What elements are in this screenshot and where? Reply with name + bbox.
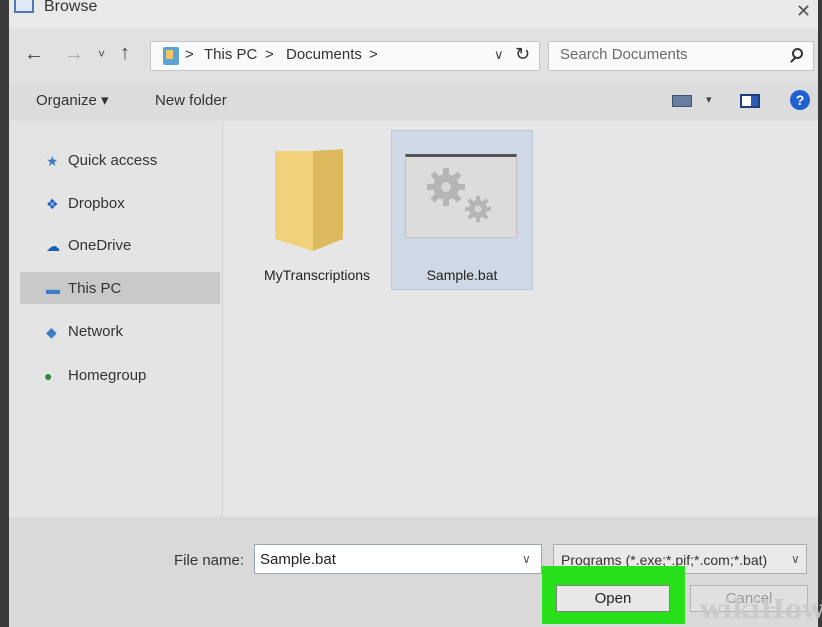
command-bar: [9, 82, 818, 120]
preview-pane-icon[interactable]: [740, 94, 760, 108]
file-name-value[interactable]: Sample.bat: [260, 551, 336, 569]
open-button[interactable]: Open: [556, 585, 670, 612]
dropbox-icon: ❖: [46, 196, 59, 212]
batch-file-icon: [405, 154, 517, 238]
this-pc-icon: [163, 47, 179, 65]
file-name-label[interactable]: MyTranscriptions: [252, 266, 382, 284]
sidebar-item-this-pc[interactable]: This PC: [68, 280, 121, 298]
sidebar-item-network[interactable]: Network: [68, 323, 123, 341]
star-icon: ★: [46, 153, 59, 169]
up-arrow-icon[interactable]: ↑: [120, 43, 130, 63]
window-icon: [14, 0, 34, 13]
file-name-label[interactable]: Sample.bat: [391, 266, 533, 284]
computer-icon: ▬: [46, 281, 60, 297]
change-view-icon[interactable]: [672, 95, 692, 107]
file-name-dropdown-icon[interactable]: ∨: [522, 551, 531, 567]
close-icon[interactable]: ✕: [796, 2, 811, 20]
sidebar-item-onedrive[interactable]: OneDrive: [68, 237, 131, 255]
address-dropdown-icon[interactable]: ∨: [494, 47, 504, 63]
refresh-icon[interactable]: ↻: [515, 43, 530, 65]
network-icon: ◆: [46, 324, 57, 340]
sidebar-item-quick-access[interactable]: Quick access: [68, 152, 157, 170]
new-folder-button[interactable]: New folder: [155, 92, 227, 110]
homegroup-icon: ●: [44, 368, 53, 384]
gears-icon: [427, 168, 491, 222]
view-options-caret-icon[interactable]: ▾: [706, 94, 712, 106]
chevron-down-icon[interactable]: ∨: [791, 551, 800, 567]
window-edge-right: [818, 0, 822, 627]
navigation-pane: [9, 122, 222, 517]
organize-button[interactable]: Organize ▾: [36, 92, 109, 110]
search-placeholder[interactable]: Search Documents: [560, 46, 688, 64]
file-name-label: File name:: [174, 552, 245, 569]
search-icon[interactable]: [792, 48, 803, 59]
wikihow-watermark: wikiHow: [700, 595, 822, 625]
sidebar-item-dropbox[interactable]: Dropbox: [68, 195, 125, 213]
recent-locations-chevron-icon[interactable]: ˅: [98, 47, 105, 61]
breadcrumb-documents[interactable]: Documents: [286, 46, 362, 64]
folder-icon: [275, 149, 343, 251]
breadcrumb-separator[interactable]: >: [265, 46, 274, 64]
window-title: Browse: [44, 0, 98, 15]
sidebar-item-homegroup[interactable]: Homegroup: [68, 367, 146, 385]
breadcrumb-separator[interactable]: >: [185, 46, 194, 64]
breadcrumb-this-pc[interactable]: This PC: [204, 46, 257, 64]
cloud-icon: ☁: [46, 238, 60, 254]
forward-arrow-icon[interactable]: →: [64, 44, 84, 64]
title-bar: [9, 0, 818, 28]
back-arrow-icon[interactable]: ←: [24, 44, 44, 64]
window-edge-left: [0, 0, 9, 627]
breadcrumb-separator[interactable]: >: [369, 46, 378, 64]
help-icon[interactable]: ?: [790, 90, 810, 110]
